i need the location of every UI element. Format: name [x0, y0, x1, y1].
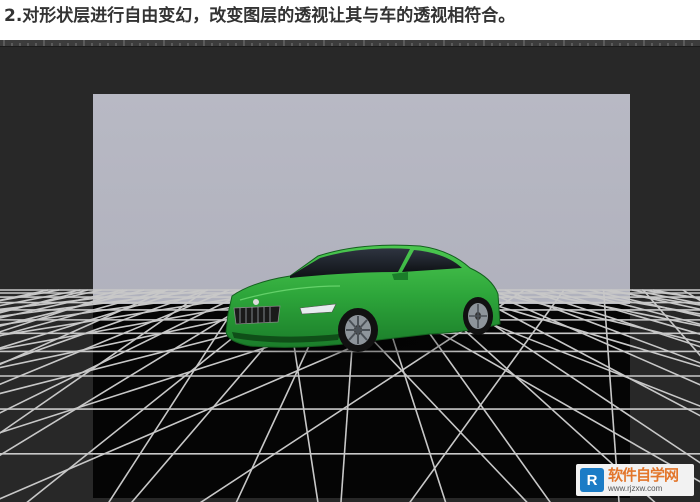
photoshop-workspace[interactable]: R 软件自学网 www.rjzxw.com [0, 40, 700, 502]
car-grille [233, 305, 281, 325]
watermark-url: www.rjzxw.com [608, 483, 663, 493]
watermark-text: 软件自学网 www.rjzxw.com [608, 465, 679, 493]
rear-wheel [463, 297, 493, 335]
site-watermark: R 软件自学网 www.rjzxw.com [576, 464, 694, 496]
watermark-logo-icon: R [580, 468, 604, 492]
document-canvas[interactable] [0, 46, 700, 502]
step-caption: 2.对形状层进行自由变幻，改变图层的透视让其与车的透视相符合。 [4, 6, 516, 26]
watermark-name: 软件自学网 [608, 465, 679, 484]
grid-line-diagonal [0, 289, 88, 314]
front-wheel [338, 308, 378, 352]
car-badge [253, 299, 259, 305]
